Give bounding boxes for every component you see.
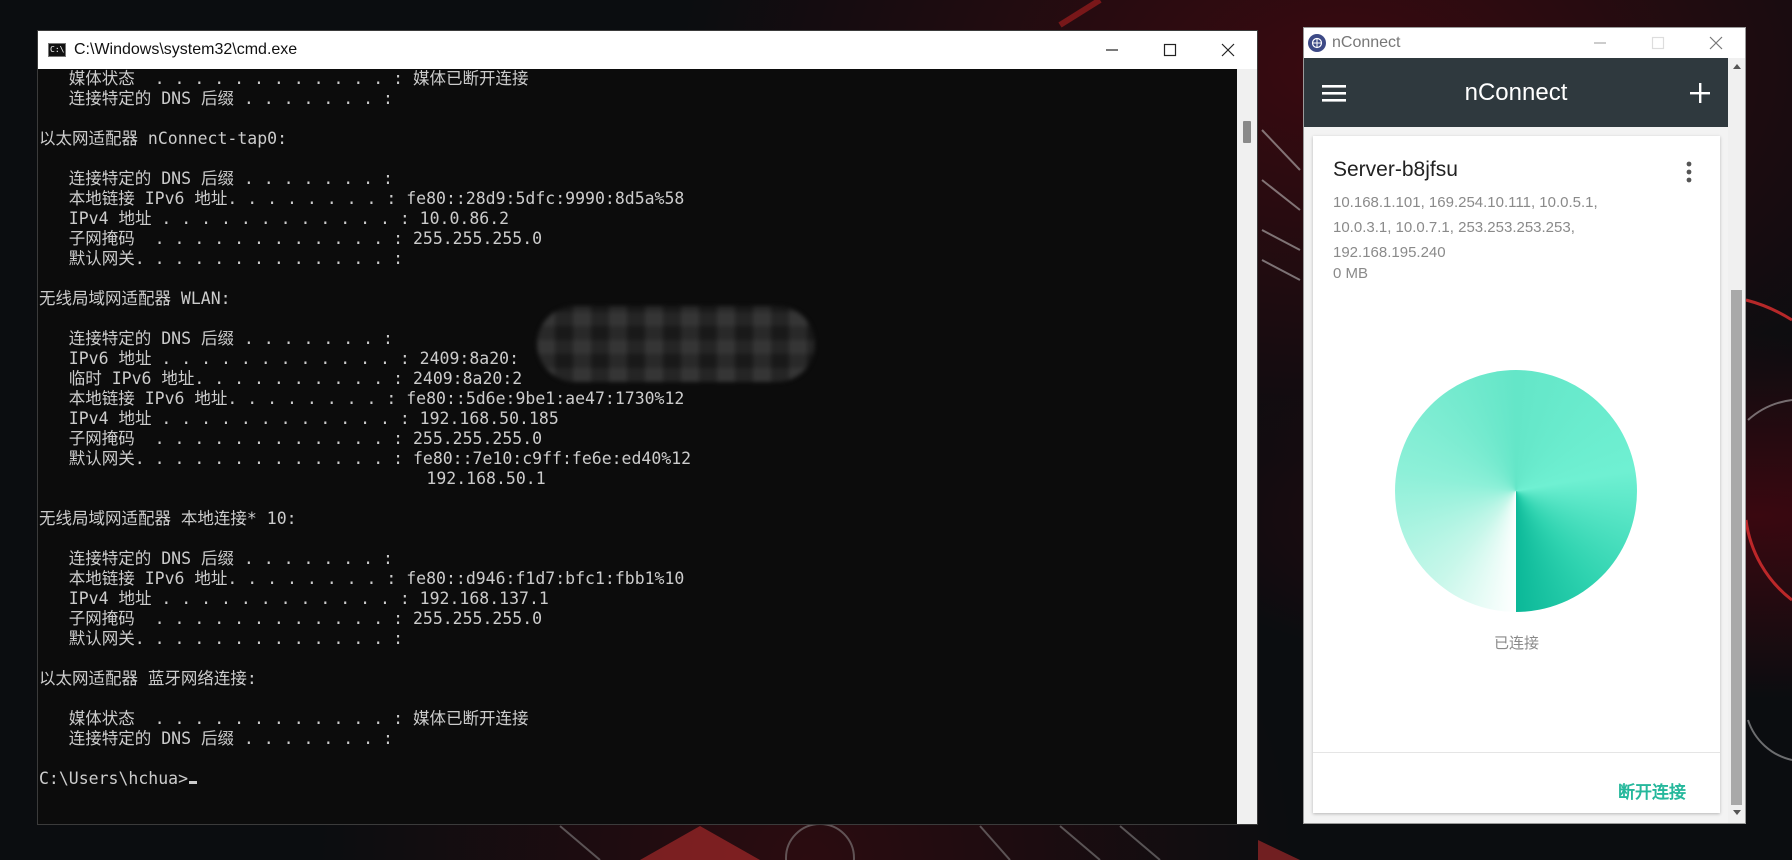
privacy-blur (537, 306, 815, 382)
maximize-icon (1163, 43, 1177, 57)
maximize-icon (1651, 36, 1665, 50)
nconnect-app-bar: nConnect (1304, 58, 1728, 127)
app-title: nConnect (1464, 78, 1568, 106)
console-line: 本地链接 IPv6 地址. . . . . . . . : fe80::28d9… (39, 189, 685, 208)
nconnect-minimize-button[interactable] (1571, 28, 1629, 58)
minimize-button[interactable] (1083, 31, 1141, 69)
cmd-titlebar[interactable]: C:\ C:\Windows\system32\cmd.exe (38, 31, 1257, 69)
more-options-button[interactable] (1680, 160, 1698, 184)
console-line: 默认网关. . . . . . . . . . . . . : (39, 629, 404, 648)
server-card: Server-b8jfsu 10.168.1.101, 169.254.10.1… (1313, 136, 1720, 813)
console-line: 连接特定的 DNS 后缀 . . . . . . . : (39, 329, 393, 348)
console-line: 默认网关. . . . . . . . . . . . . : (39, 249, 404, 268)
cmd-scrollbar[interactable] (1237, 69, 1257, 824)
nconnect-close-button[interactable] (1687, 28, 1745, 58)
server-addresses: 10.168.1.101, 169.254.10.111, 10.0.5.1, … (1333, 194, 1598, 261)
console-line: 子网掩码 . . . . . . . . . . . . : 255.255.2… (39, 609, 543, 628)
console-line: C:\Users\hchua> (39, 769, 189, 788)
nconnect-titlebar[interactable]: nConnect (1304, 28, 1745, 58)
card-divider (1313, 752, 1720, 753)
cmd-console[interactable]: 媒体状态 . . . . . . . . . . . . : 媒体已断开连接 连… (38, 69, 1237, 824)
disconnect-button[interactable]: 断开连接 (1618, 778, 1686, 803)
plus-icon (1690, 83, 1710, 103)
console-line: 连接特定的 DNS 后缀 . . . . . . . : (39, 729, 393, 748)
maximize-button[interactable] (1141, 31, 1199, 69)
nconnect-app-icon (1308, 34, 1326, 52)
cmd-window-title: C:\Windows\system32\cmd.exe (74, 41, 298, 58)
console-line: 媒体状态 . . . . . . . . . . . . : 媒体已断开连接 (39, 709, 529, 728)
nconnect-maximize-button[interactable] (1629, 28, 1687, 58)
cursor-caret (189, 781, 198, 784)
cmd-output-lines: 媒体状态 . . . . . . . . . . . . : 媒体已断开连接 连… (39, 69, 691, 788)
console-line: 连接特定的 DNS 后缀 . . . . . . . : (39, 549, 393, 568)
connection-status: 已连接 (1493, 635, 1539, 652)
more-vertical-icon (1686, 161, 1692, 183)
cmd-app-icon: C:\ (48, 43, 66, 57)
console-line: IPv6 地址 . . . . . . . . . . . . : 2409:8… (39, 349, 520, 368)
connection-status-graphic[interactable] (1395, 370, 1637, 612)
console-line: IPv4 地址 . . . . . . . . . . . . : 10.0.8… (39, 209, 510, 228)
minimize-icon (1106, 49, 1118, 51)
console-line: 连接特定的 DNS 后缀 . . . . . . . : (39, 89, 393, 108)
console-line: 无线局域网适配器 WLAN: (39, 289, 231, 308)
minimize-icon (1594, 42, 1606, 44)
console-line: 192.168.50.1 (39, 469, 546, 488)
nconnect-window: nConnect nConnect Server-b8jfsu 10.168.1… (1303, 27, 1746, 824)
console-line: 子网掩码 . . . . . . . . . . . . : 255.255.2… (39, 229, 543, 248)
console-line: 无线局域网适配器 本地连接* 10: (39, 509, 297, 528)
scroll-down-arrow-icon[interactable] (1733, 810, 1741, 815)
hamburger-menu-icon (1322, 85, 1346, 102)
menu-button[interactable] (1320, 79, 1348, 107)
cmd-scrollbar-thumb[interactable] (1243, 121, 1251, 143)
console-line: 媒体状态 . . . . . . . . . . . . : 媒体已断开连接 (39, 69, 529, 88)
close-icon (1221, 43, 1235, 57)
cmd-window: C:\ C:\Windows\system32\cmd.exe 媒体状态 . .… (37, 30, 1258, 825)
traffic-amount: 0 MB (1333, 265, 1369, 282)
console-line: IPv4 地址 . . . . . . . . . . . . : 192.16… (39, 409, 559, 428)
nconnect-scrollbar[interactable] (1728, 58, 1745, 823)
console-line: 以太网适配器 蓝牙网络连接: (39, 669, 257, 688)
console-line: 本地链接 IPv6 地址. . . . . . . . : fe80::5d6e… (39, 389, 685, 408)
console-line: 子网掩码 . . . . . . . . . . . . : 255.255.2… (39, 429, 543, 448)
nconnect-window-title: nConnect (1332, 34, 1401, 51)
server-name: Server-b8jfsu (1333, 158, 1458, 181)
console-line: 以太网适配器 nConnect-tap0: (39, 129, 288, 148)
console-line: 连接特定的 DNS 后缀 . . . . . . . : (39, 169, 393, 188)
close-icon (1709, 36, 1723, 50)
cmd-output: 媒体状态 . . . . . . . . . . . . : 媒体已断开连接 连… (38, 69, 1237, 789)
console-line: 本地链接 IPv6 地址. . . . . . . . : fe80::d946… (39, 569, 685, 588)
scroll-up-arrow-icon[interactable] (1733, 64, 1741, 69)
globe-icon (1311, 37, 1323, 49)
console-line: IPv4 地址 . . . . . . . . . . . . : 192.16… (39, 589, 549, 608)
console-line: 临时 IPv6 地址. . . . . . . . . . : 2409:8a2… (39, 369, 523, 388)
nconnect-scrollbar-thumb[interactable] (1731, 290, 1742, 805)
close-button[interactable] (1199, 31, 1257, 69)
add-server-button[interactable] (1684, 77, 1716, 109)
console-line: 默认网关. . . . . . . . . . . . . : fe80::7e… (39, 449, 692, 468)
